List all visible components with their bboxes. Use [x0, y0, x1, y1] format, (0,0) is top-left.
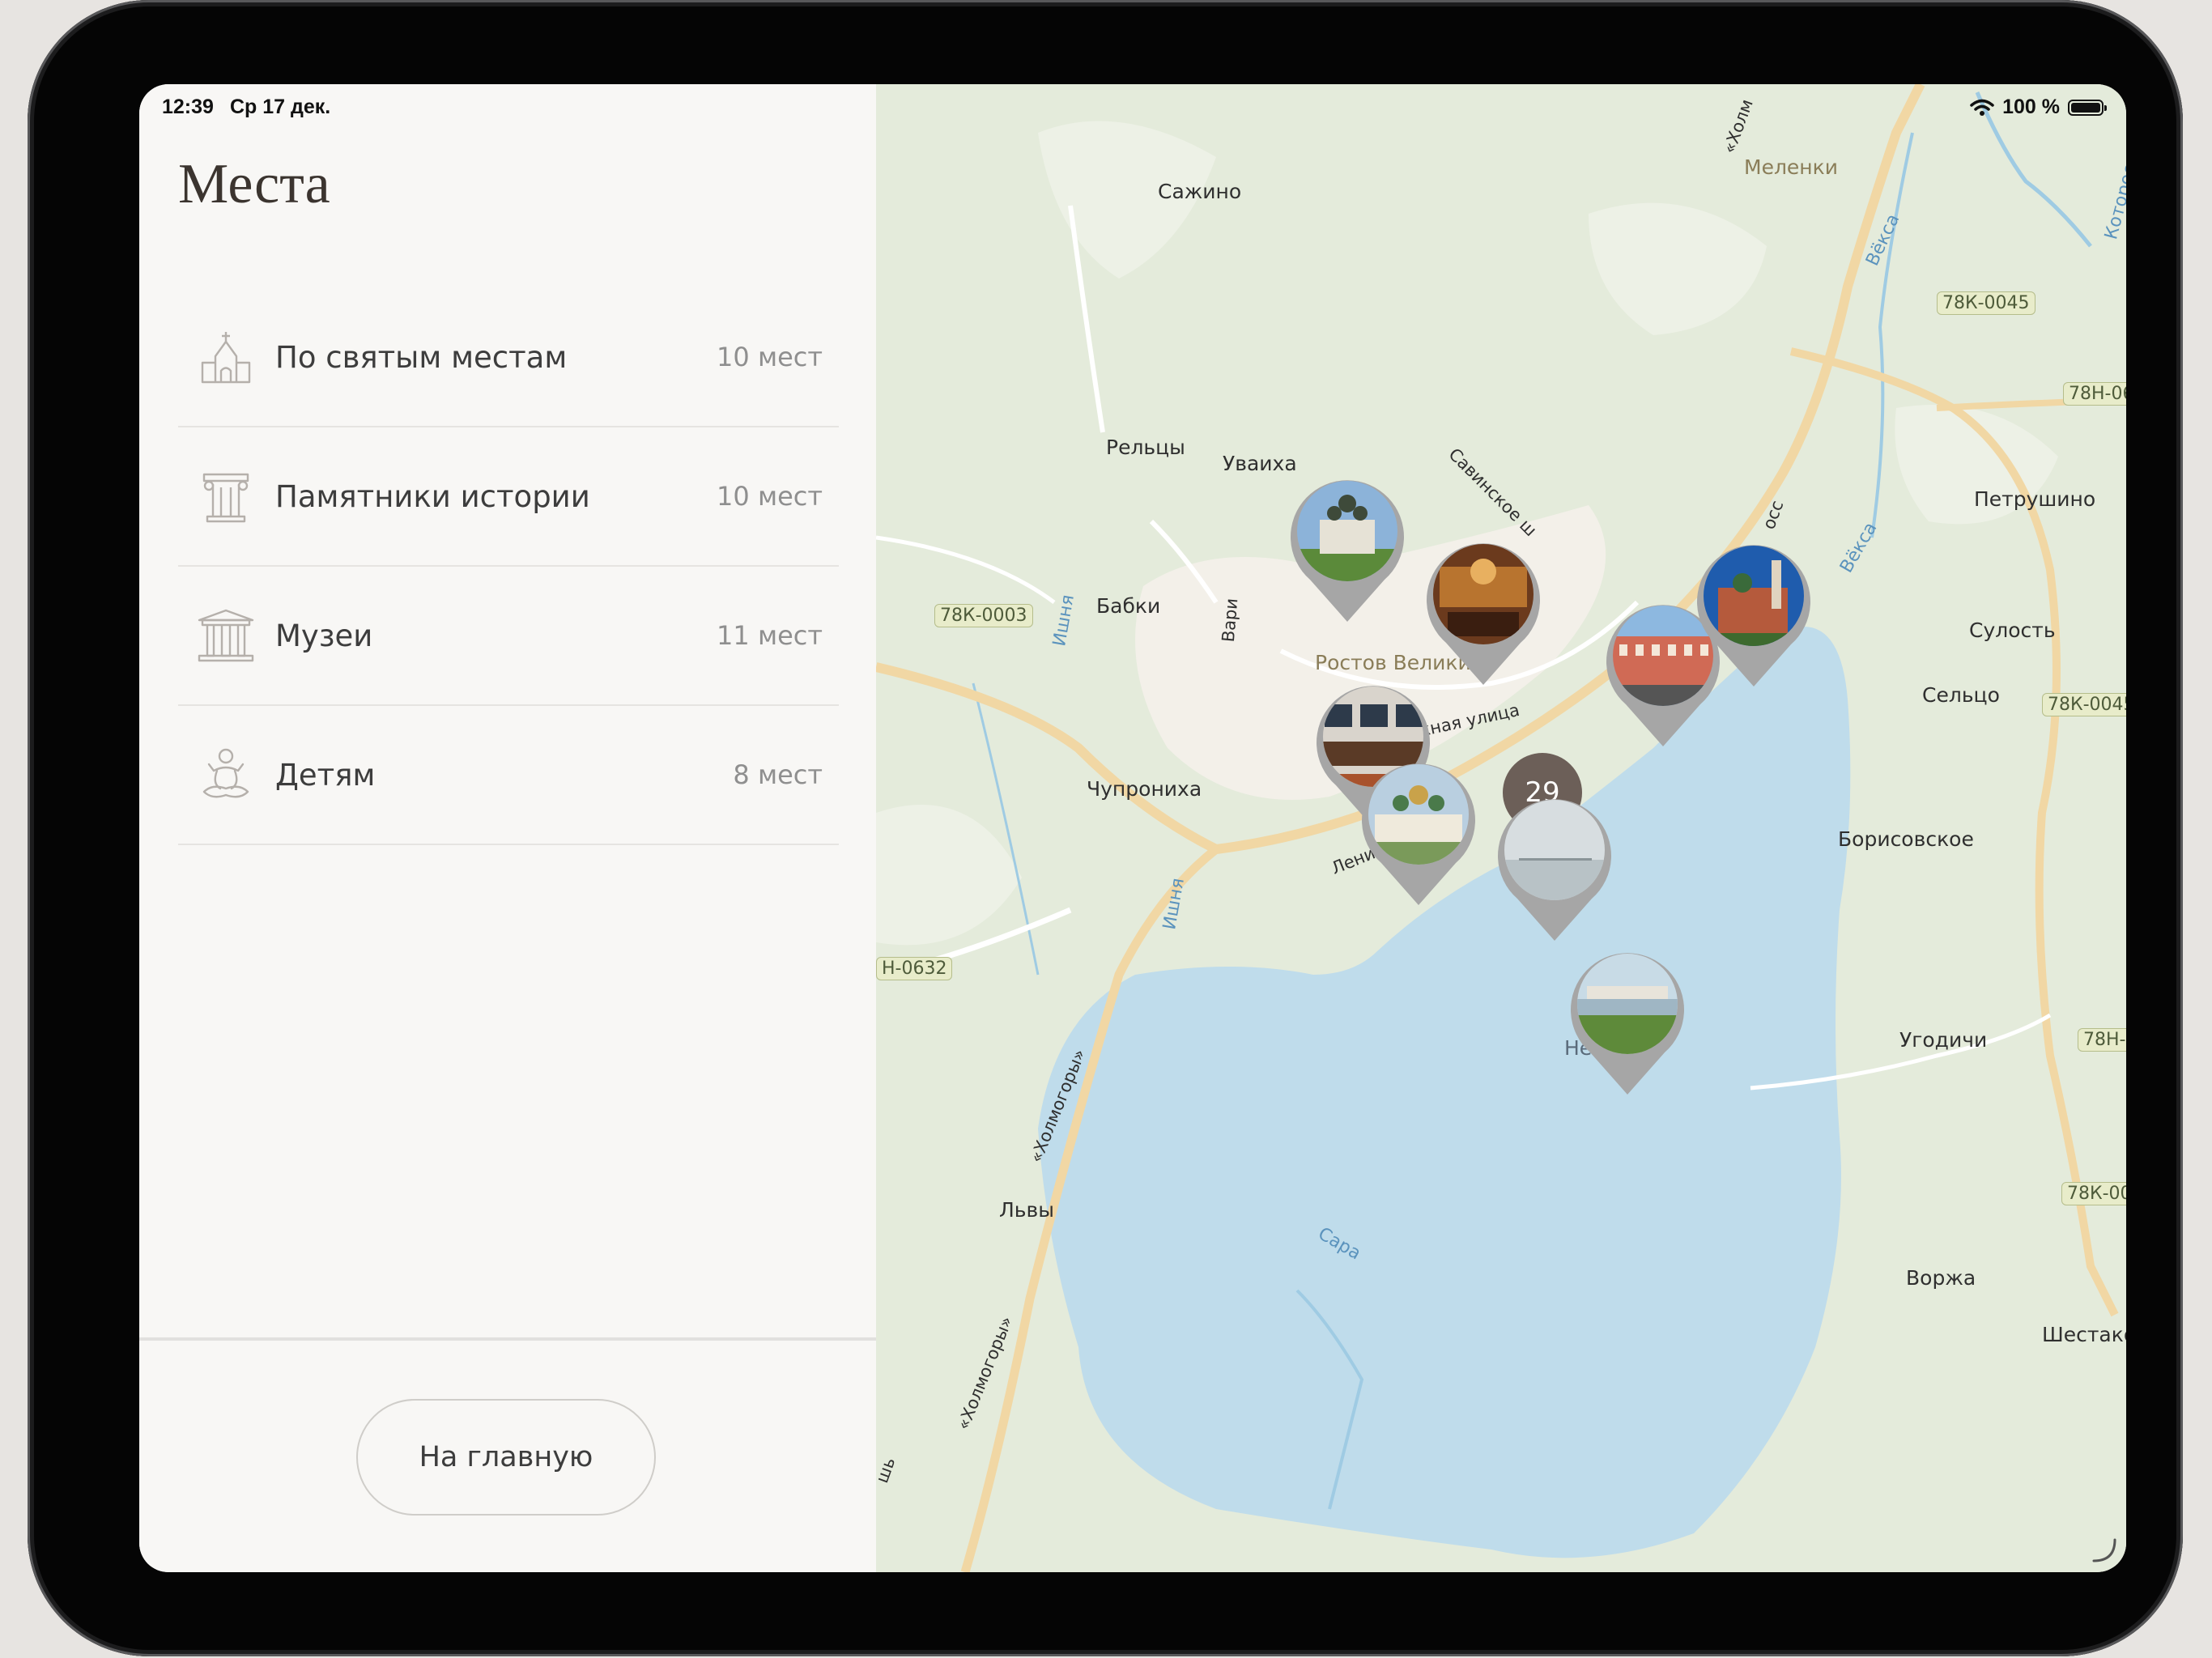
route-shield: 78К-0003: [934, 604, 1033, 627]
pin-monastery[interactable]: [1287, 471, 1407, 623]
category-museums[interactable]: Музеи 11 мест: [178, 567, 839, 706]
route-shield: Н-0632: [876, 957, 953, 980]
category-label: По святым местам: [275, 339, 568, 375]
map-label: Бабки: [1096, 594, 1161, 618]
museum-icon: [189, 605, 262, 666]
home-button[interactable]: На главную: [356, 1399, 656, 1516]
category-count: 10 мест: [717, 342, 823, 372]
category-count: 8 мест: [733, 759, 823, 790]
page-title: Места: [178, 153, 330, 215]
map-label: Угодичи: [1899, 1028, 1988, 1052]
map-label: Чупрониха: [1087, 777, 1202, 801]
map-label: Уваиха: [1223, 452, 1297, 475]
route-shield: 78Н-: [2078, 1028, 2126, 1052]
pin-interior[interactable]: [1423, 534, 1543, 687]
category-label: Памятники истории: [275, 478, 590, 514]
map-label: Борисовское: [1838, 827, 1974, 851]
battery-percent: 100 %: [2002, 96, 2060, 118]
route-shield: 78К-0045: [2042, 693, 2126, 716]
status-time: 12:39: [162, 96, 214, 118]
status-right: 100 %: [1970, 96, 2107, 119]
map-label: Воржа: [1906, 1266, 1976, 1290]
resize-handle-icon[interactable]: [2091, 1537, 2118, 1564]
category-count: 10 мест: [717, 481, 823, 512]
category-count: 11 мест: [717, 620, 823, 651]
status-date: Ср 17 дек.: [230, 96, 331, 118]
map-label: Шестако: [2042, 1323, 2126, 1346]
map-label: Меленки: [1744, 155, 1839, 179]
pin-kremlin[interactable]: [1359, 755, 1478, 907]
panel-divider: [139, 1337, 876, 1341]
road-label: Вари: [1218, 597, 1242, 644]
ipad-frame: 12:39 Ср 17 дек. 100 % Места По святым м…: [28, 0, 2183, 1656]
screen: 12:39 Ср 17 дек. 100 % Места По святым м…: [139, 84, 2126, 1572]
route-shield: 78Н-06: [2063, 382, 2126, 406]
status-bar: 12:39 Ср 17 дек. 100 %: [139, 84, 2126, 133]
category-history-monuments[interactable]: Памятники истории 10 мест: [178, 427, 839, 567]
map-label: Львы: [999, 1198, 1055, 1222]
map-label: Рельцы: [1106, 436, 1185, 459]
category-kids[interactable]: Детям 8 мест: [178, 706, 839, 845]
route-shield: 78К-004: [2061, 1182, 2126, 1205]
church-icon: [189, 326, 262, 388]
column-icon: [189, 466, 262, 527]
pin-lake[interactable]: [1495, 790, 1614, 942]
child-icon: [189, 744, 262, 806]
pin-lake-shore[interactable]: [1568, 944, 1687, 1096]
category-list: По святым местам 10 мест Памятники истор…: [178, 288, 839, 845]
map-label: Петрушино: [1974, 487, 2096, 511]
map-view[interactable]: Сажино Меленки Рельцы Уваиха Бабки Петру…: [872, 84, 2126, 1572]
pin-church[interactable]: [1694, 536, 1814, 688]
wifi-icon: [1970, 99, 1994, 116]
map-label: Сулость: [1969, 619, 2056, 642]
map-label: Сельцо: [1922, 683, 2000, 707]
map-label: Сажино: [1158, 180, 1242, 203]
battery-icon: [2068, 99, 2107, 116]
places-panel: Места По святым местам 10 мест Памятники…: [139, 84, 876, 1572]
route-shield: 78К-0045: [1937, 291, 2035, 315]
category-label: Музеи: [275, 618, 373, 653]
category-holy-places[interactable]: По святым местам 10 мест: [178, 288, 839, 427]
category-label: Детям: [275, 757, 376, 793]
